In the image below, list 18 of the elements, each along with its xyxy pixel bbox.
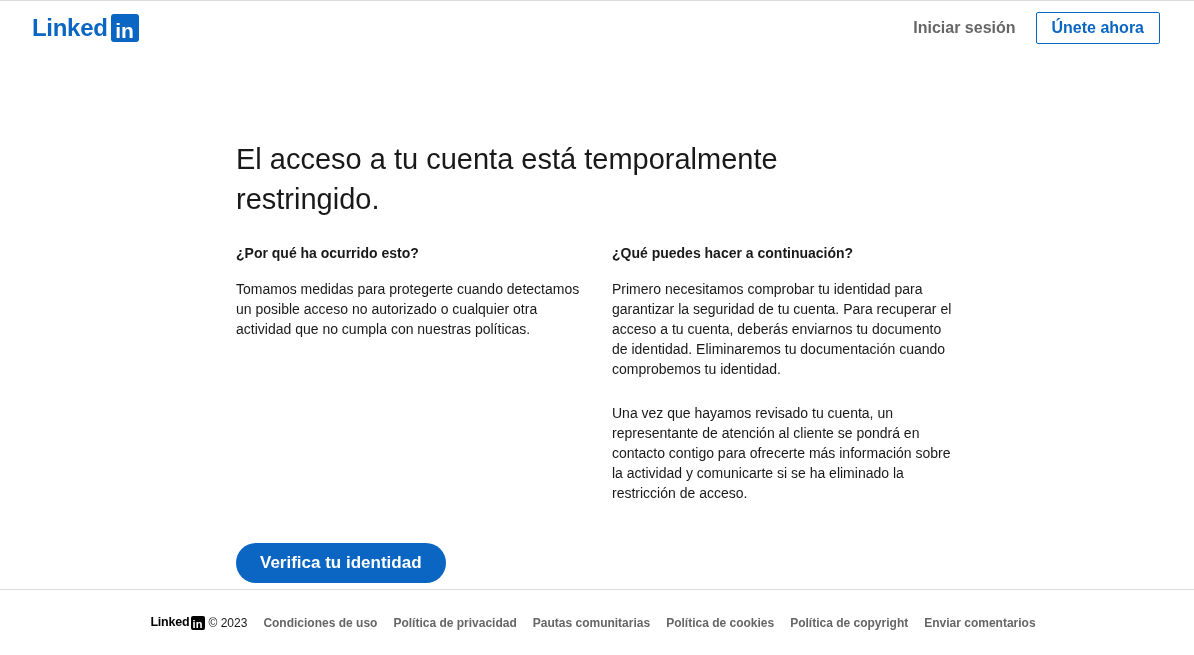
paragraph: Primero necesitamos comprobar tu identidad para garantizar la seguridad de tu cuenta. Para recuperar el acceso a tu cuenta, deberás enviarnos tu documento de identidad. Eliminaremos tu documentación cuando comprobemos tu identidad. [612,280,953,379]
paragraph: Una vez que hayamos revisado tu cuenta, un representante de atención al cliente se pondrá en contacto contigo para ofrecerte más información sobre la actividad y comunicarte si se ha eliminado la restricción de acceso. [612,404,952,503]
verify-button[interactable]: Verifica tu identidad [236,543,446,583]
brand-logo[interactable]: Linked in [32,13,139,42]
footer-link[interactable]: Pautas comunitarias [532,615,651,630]
copyright-text: © 2023 [208,615,248,630]
footer-link[interactable]: Condiciones de uso [263,615,378,630]
sign-in-link[interactable]: Iniciar sesión [913,12,1016,43]
paragraph: Tomamos medidas para protegerte cuando detectamos un posible acceso no autorizado o cualquier otra actividad que no cumpla con nuestras políticas. [236,280,580,339]
footer-link[interactable]: Política de cookies [666,615,775,630]
page-title: El acceso a tu cuenta está temporalmente restringido. [236,142,779,217]
section-heading: ¿Por qué ha ocurrido esto? [236,244,420,263]
brand-logo: Linked in [150,615,205,630]
section-heading: ¿Qué puedes hacer a continuación? [612,244,855,263]
footer-link[interactable]: Política de privacidad [393,615,517,630]
footer-link[interactable]: Enviar comentarios [924,615,1036,630]
join-button[interactable]: Únete ahora [1035,11,1160,44]
footer-link[interactable]: Política de copyright [790,615,909,630]
